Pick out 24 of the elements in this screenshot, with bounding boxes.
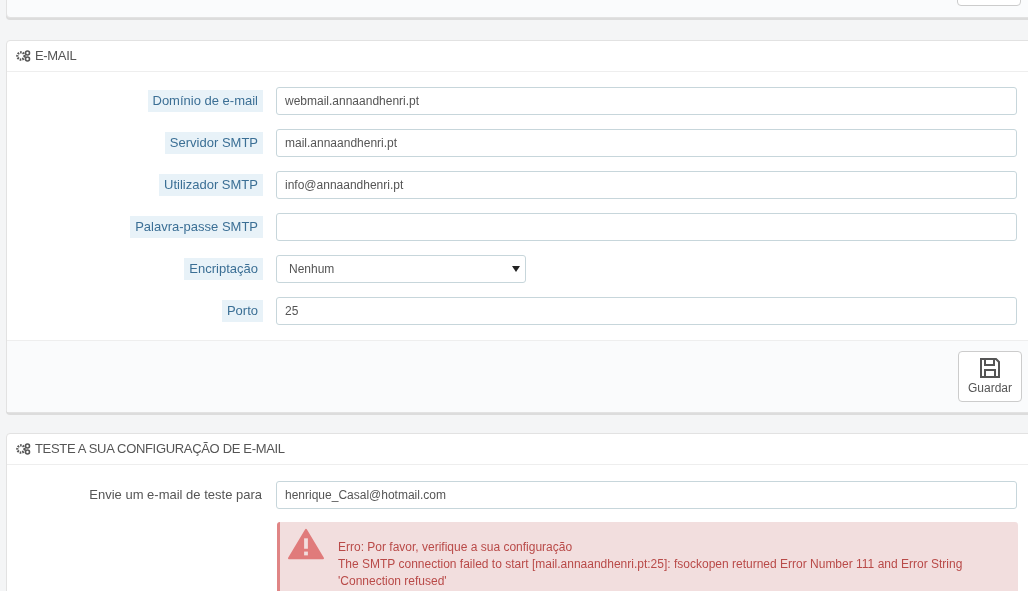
caret-icon [512,266,520,272]
text-field[interactable]: webmail.annaandhenri.pt [276,87,1017,115]
field-label: Utilizador SMTP [159,174,263,196]
field-label: Porto [221,300,263,322]
panel-title: E-MAIL [35,47,77,66]
password-field[interactable] [276,213,1017,241]
field-label: Servidor SMTP [164,132,263,154]
field-label: Envie um e-mail de teste para [89,486,262,505]
save-icon [979,356,1001,379]
field-label: Domínio de e-mail [147,90,263,112]
error-message: The SMTP connection failed to start [mail.annaandhenri.pt:25]: fsockopen returned Error Number 111 and Error String 'Connection refused' [338,556,964,590]
text-field[interactable]: info@annaandhenri.pt [276,171,1017,199]
gears-icon [16,443,31,455]
error-title: Erro: Por favor, verifique a sua configuração [338,539,574,556]
panel-title: TESTE A SUA CONFIGURAÇÃO DE E-MAIL [35,440,285,459]
encryption-dropdown[interactable]: Nenhum [276,255,526,283]
text-field[interactable]: mail.annaandhenri.pt [276,129,1017,157]
field-label: Encriptação [184,258,263,280]
field-label: Palavra-passe SMTP [130,216,263,238]
save-button[interactable]: Guardar [958,351,1022,402]
text-field[interactable]: 25 [276,297,1017,325]
gears-icon [16,50,31,62]
warning-icon [288,528,324,560]
email-field[interactable]: henrique_Casal@hotmail.com [276,481,1017,509]
